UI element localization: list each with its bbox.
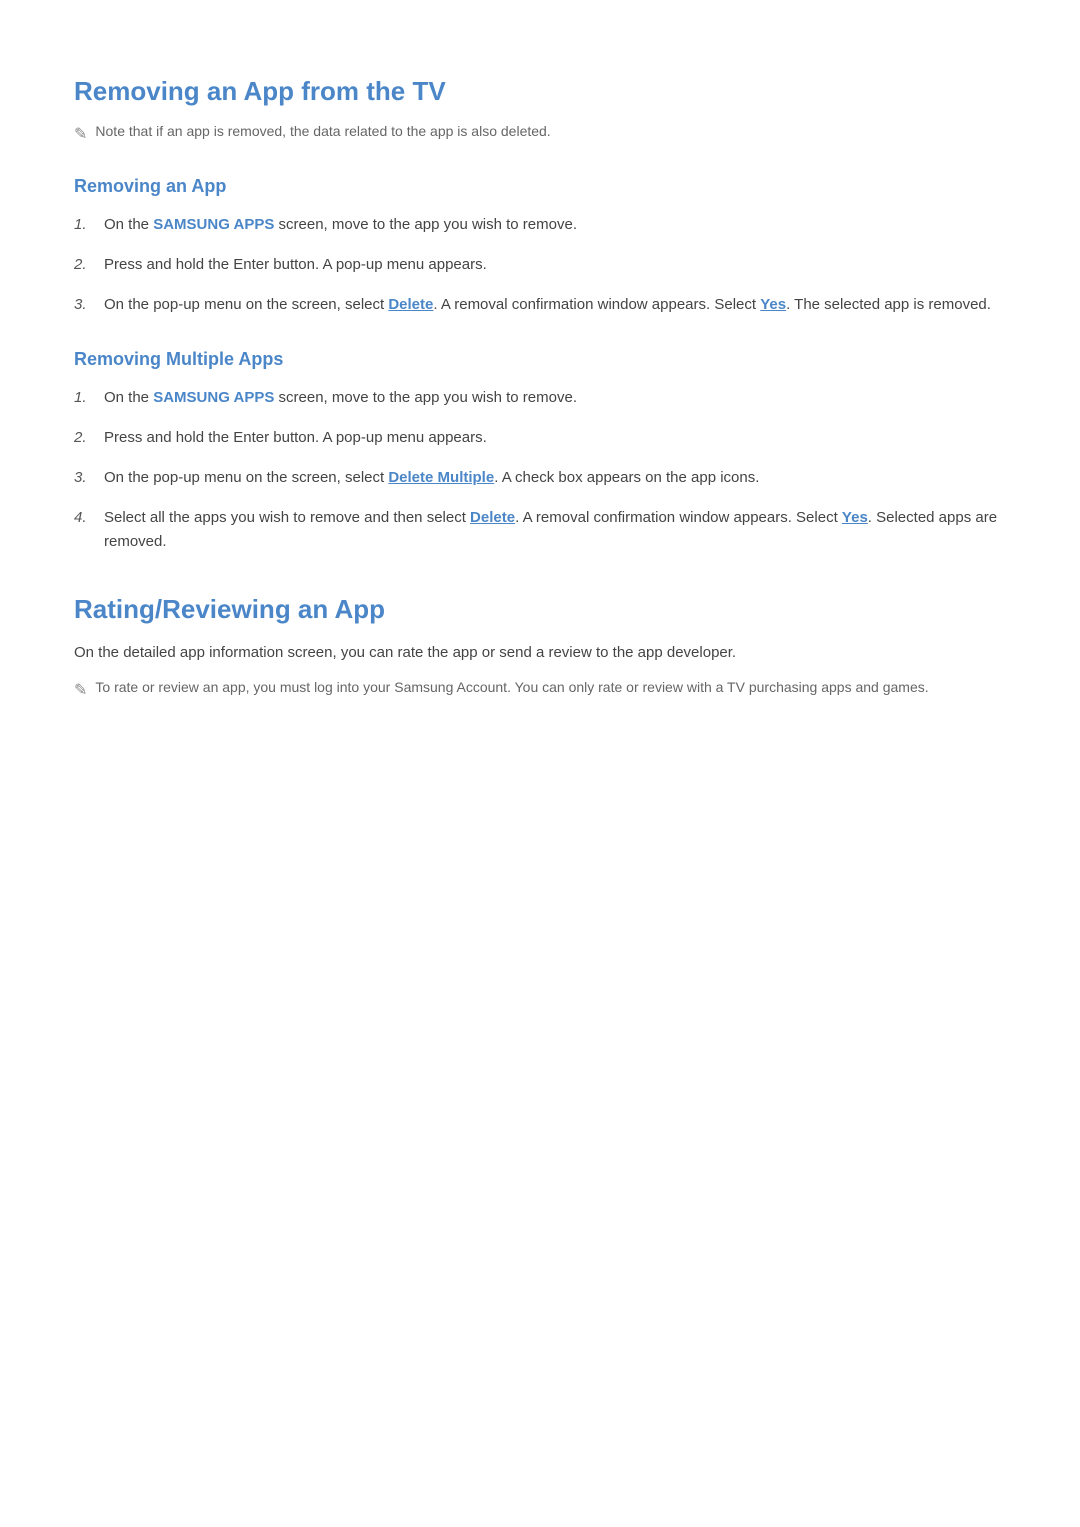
step-content: On the SAMSUNG APPS screen, move to the … [104,386,1006,410]
steps-list-multiple: 1. On the SAMSUNG APPS screen, move to t… [74,386,1006,554]
step-number: 2. [74,253,94,277]
subsection-removing-single: Removing an App 1. On the SAMSUNG APPS s… [74,176,1006,317]
note-text-rating: To rate or review an app, you must log i… [95,679,928,695]
section-rating: Rating/Reviewing an App On the detailed … [74,594,1006,700]
section-title-rating: Rating/Reviewing an App [74,594,1006,625]
delete-link-2: Delete [470,509,515,526]
step-number: 3. [74,293,94,317]
step-content: Press and hold the Enter button. A pop-u… [104,426,1006,450]
step-item: 4. Select all the apps you wish to remov… [74,506,1006,554]
subsection-removing-multiple: Removing Multiple Apps 1. On the SAMSUNG… [74,349,1006,554]
yes-link-2: Yes [842,509,868,526]
delete-multiple-link: Delete Multiple [388,469,494,486]
step-number: 1. [74,386,94,410]
step-item: 2. Press and hold the Enter button. A po… [74,426,1006,450]
step-content: On the pop-up menu on the screen, select… [104,466,1006,490]
step-item: 1. On the SAMSUNG APPS screen, move to t… [74,213,1006,237]
note-icon-removing: ✎ [74,124,87,144]
step-content: Select all the apps you wish to remove a… [104,506,1006,554]
step-item: 2. Press and hold the Enter button. A po… [74,253,1006,277]
section-removing-app: Removing an App from the TV ✎ Note that … [74,76,1006,554]
step-number: 4. [74,506,94,530]
step-item: 1. On the SAMSUNG APPS screen, move to t… [74,386,1006,410]
step-content: Press and hold the Enter button. A pop-u… [104,253,1006,277]
note-icon-rating: ✎ [74,680,87,700]
samsung-apps-highlight: SAMSUNG APPS [153,216,274,233]
step-number: 1. [74,213,94,237]
step-item: 3. On the pop-up menu on the screen, sel… [74,293,1006,317]
yes-link: Yes [760,296,786,313]
step-number: 3. [74,466,94,490]
note-rating: ✎ To rate or review an app, you must log… [74,679,1006,700]
section-title-removing: Removing an App from the TV [74,76,1006,107]
step-content: On the SAMSUNG APPS screen, move to the … [104,213,1006,237]
samsung-apps-highlight: SAMSUNG APPS [153,389,274,406]
page-content: Removing an App from the TV ✎ Note that … [74,76,1006,700]
note-removing: ✎ Note that if an app is removed, the da… [74,123,1006,144]
rating-body-text: On the detailed app information screen, … [74,641,1006,665]
step-content: On the pop-up menu on the screen, select… [104,293,1006,317]
step-item: 3. On the pop-up menu on the screen, sel… [74,466,1006,490]
steps-list-single: 1. On the SAMSUNG APPS screen, move to t… [74,213,1006,317]
subsection-title-single: Removing an App [74,176,1006,197]
delete-link: Delete [388,296,433,313]
subsection-title-multiple: Removing Multiple Apps [74,349,1006,370]
step-number: 2. [74,426,94,450]
note-text-removing: Note that if an app is removed, the data… [95,123,550,139]
